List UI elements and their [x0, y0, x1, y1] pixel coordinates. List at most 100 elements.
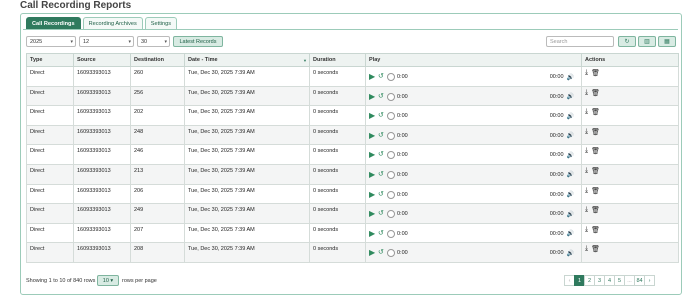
reload-icon[interactable]: ↺ [378, 132, 386, 140]
play-icon[interactable]: ▶ [369, 190, 377, 199]
download-icon[interactable]: ⤓ [585, 147, 588, 155]
volume-icon[interactable]: 🔊 [567, 113, 574, 120]
reload-icon[interactable]: ↺ [378, 73, 386, 81]
seek-handle[interactable] [387, 131, 395, 140]
header-datetime[interactable]: Date - Time ▼ [184, 53, 310, 67]
play-icon[interactable]: ▶ [369, 229, 377, 238]
download-icon[interactable]: ⤓ [585, 108, 588, 116]
download-icon[interactable]: ⤓ [585, 89, 588, 97]
reload-icon[interactable]: ↺ [378, 112, 386, 120]
volume-icon[interactable]: 🔊 [567, 230, 574, 237]
total-time: 00:00 [549, 132, 564, 139]
play-icon[interactable]: ▶ [369, 210, 377, 218]
reload-icon[interactable]: ↺ [378, 151, 386, 159]
cell-play: ▶ ↺ 0:00 00:00 🔊 [365, 85, 582, 107]
header-actions: Actions [581, 53, 679, 67]
seek-handle[interactable] [387, 73, 395, 81]
trash-icon[interactable]: 🗑 [591, 128, 600, 136]
cell-datetime: Tue, Dec 30, 2025 7:39 AM [184, 66, 310, 87]
table-row: Direct 16093393013 208 Tue, Dec 30, 2025 7:… [26, 242, 679, 263]
columns-icon[interactable]: ▥ [638, 36, 656, 47]
month-value: 12 [83, 39, 90, 45]
chevron-down-icon: ▾ [70, 39, 73, 45]
download-icon[interactable]: ⤓ [585, 226, 588, 234]
current-time: 0:00 [397, 152, 408, 159]
day-value: 30 [141, 39, 148, 45]
reload-icon[interactable]: ↺ [378, 93, 386, 101]
reload-icon[interactable]: ↺ [378, 230, 386, 238]
year-value: 2025 [30, 39, 43, 45]
pagination: ‹ 1 2 3 4 5... 84 › [564, 275, 655, 286]
volume-icon[interactable]: 🔊 [567, 171, 574, 178]
volume-icon[interactable]: 🔊 [567, 152, 574, 159]
day-select[interactable]: 30 ▾ [137, 36, 170, 47]
seek-handle[interactable] [387, 229, 395, 238]
audio-player: ▶ ↺ 0:00 00:00 🔊 [369, 111, 578, 121]
trash-icon[interactable]: 🗑 [591, 187, 600, 195]
volume-icon[interactable]: 🔊 [567, 191, 574, 198]
trash-icon[interactable]: 🗑 [591, 245, 600, 253]
current-time: 0:00 [397, 250, 408, 257]
table-row: Direct 16093393013 206 Tue, Dec 30, 2025 7:… [26, 183, 679, 205]
grid-icon[interactable]: ▦ [658, 36, 676, 47]
download-icon[interactable]: ⤓ [585, 69, 588, 77]
search-input[interactable]: Search [546, 36, 614, 47]
page-size-select[interactable]: 10 ▾ [97, 275, 119, 286]
seek-handle[interactable] [387, 249, 395, 258]
total-time: 00:00 [549, 230, 564, 237]
play-icon[interactable]: ▶ [369, 151, 377, 159]
volume-icon[interactable]: 🔊 [567, 211, 574, 218]
trash-icon[interactable]: 🗑 [591, 147, 600, 155]
trash-icon[interactable]: 🗑 [591, 167, 600, 175]
cell-type: Direct [26, 85, 74, 107]
cell-datetime: Tue, Dec 30, 2025 7:39 AM [184, 242, 310, 263]
seek-handle[interactable] [387, 190, 395, 199]
reload-icon[interactable]: ↺ [378, 249, 386, 257]
cell-type: Direct [26, 242, 74, 263]
cell-type: Direct [26, 66, 74, 87]
cell-play: ▶ ↺ 0:00 00:00 🔊 [365, 222, 582, 244]
reload-icon[interactable]: ↺ [378, 191, 386, 199]
play-icon[interactable]: ▶ [369, 170, 377, 179]
seek-handle[interactable] [387, 210, 395, 219]
download-icon[interactable]: ⤓ [585, 245, 588, 253]
header-source[interactable]: Source [73, 53, 131, 67]
volume-icon[interactable]: 🔊 [567, 250, 574, 257]
download-icon[interactable]: ⤓ [585, 187, 588, 195]
seek-handle[interactable] [387, 151, 395, 160]
latest-records-button[interactable]: Latest Records [173, 36, 223, 47]
month-select[interactable]: 12 ▾ [79, 36, 134, 47]
trash-icon[interactable]: 🗑 [591, 89, 600, 97]
refresh-icon[interactable]: ↻ [618, 36, 636, 47]
header-destination[interactable]: Destination [130, 53, 185, 67]
download-icon[interactable]: ⤓ [585, 128, 588, 136]
header-type[interactable]: Type [26, 53, 74, 67]
header-duration[interactable]: Duration [309, 53, 366, 67]
year-select[interactable]: 2025 ▾ [26, 36, 76, 47]
volume-icon[interactable]: 🔊 [567, 93, 574, 100]
trash-icon[interactable]: 🗑 [591, 206, 600, 214]
seek-handle[interactable] [387, 92, 395, 101]
trash-icon[interactable]: 🗑 [591, 108, 600, 116]
download-icon[interactable]: ⤓ [585, 206, 588, 214]
trash-icon[interactable]: 🗑 [591, 226, 600, 234]
cell-duration: 0 seconds [309, 163, 366, 185]
download-icon[interactable]: ⤓ [585, 167, 588, 175]
volume-icon[interactable]: 🔊 [567, 132, 574, 139]
trash-icon[interactable]: 🗑 [591, 69, 600, 77]
next-page-button[interactable]: › [644, 275, 655, 286]
reload-icon[interactable]: ↺ [378, 171, 386, 179]
reload-icon[interactable]: ↺ [378, 210, 386, 218]
volume-icon[interactable]: 🔊 [567, 74, 574, 81]
current-time: 0:00 [397, 171, 408, 178]
play-icon[interactable]: ▶ [369, 73, 377, 81]
play-icon[interactable]: ▶ [369, 92, 377, 101]
seek-handle[interactable] [387, 112, 395, 121]
play-icon[interactable]: ▶ [369, 249, 377, 257]
play-icon[interactable]: ▶ [369, 131, 377, 140]
audio-player: ▶ ↺ 0:00 00:00 🔊 [369, 150, 578, 160]
chevron-down-icon: ▾ [164, 39, 167, 45]
seek-handle[interactable] [387, 170, 395, 179]
page-title: Call Recording Reports [20, 0, 132, 11]
play-icon[interactable]: ▶ [369, 112, 377, 120]
